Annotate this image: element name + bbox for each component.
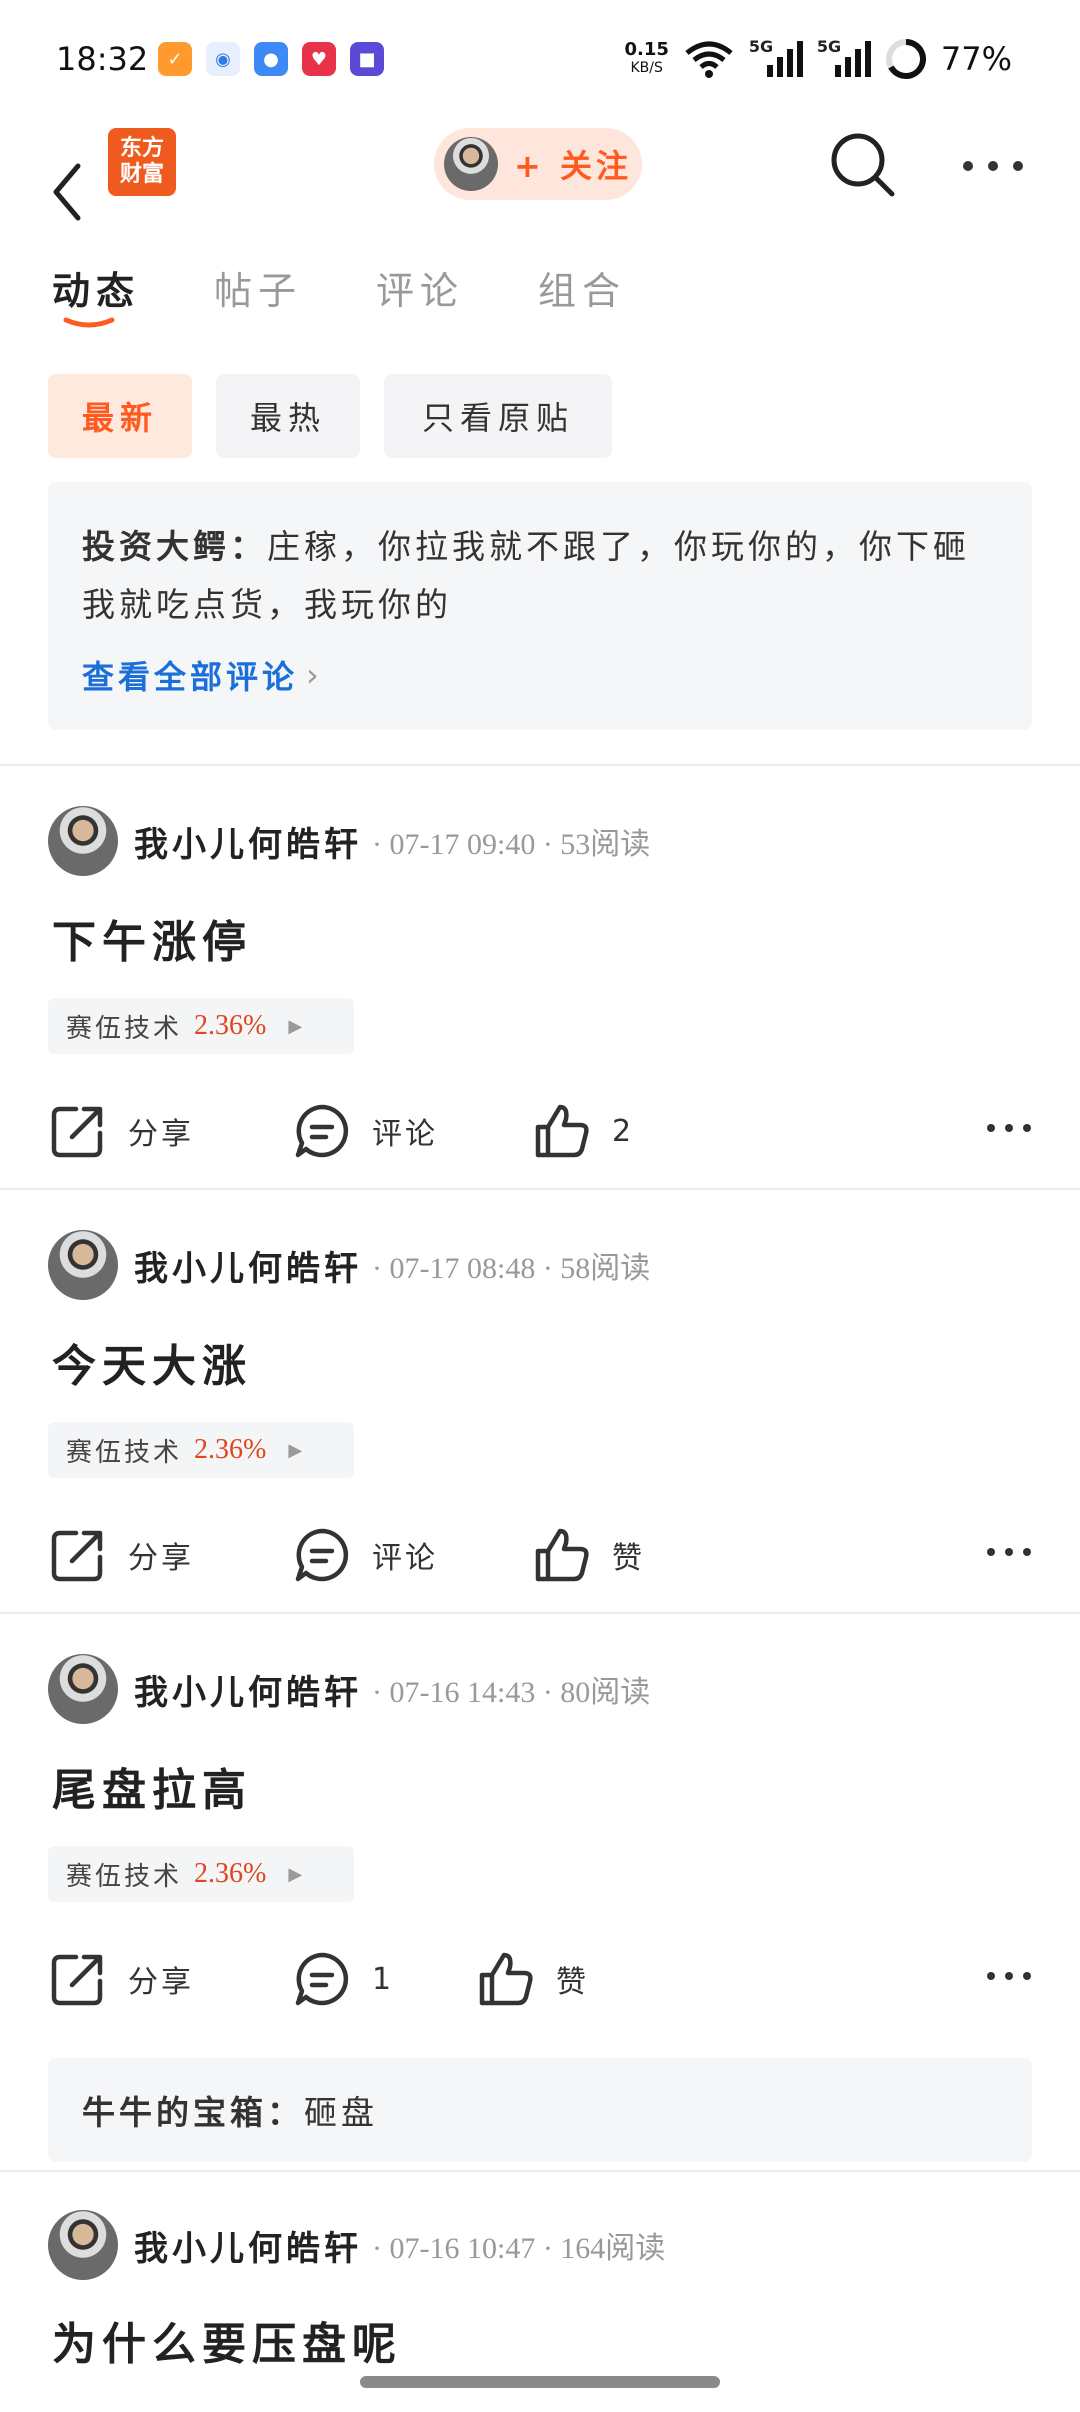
tab-portfolio[interactable]: 组合 <box>538 260 626 340</box>
share-button[interactable]: 分享 <box>48 1096 194 1166</box>
share-icon <box>51 1530 103 1582</box>
app-notification-icon: ■ <box>350 42 384 76</box>
avatar[interactable] <box>48 1230 118 1300</box>
top-nav: 东方 财富 + 关注 <box>0 120 1080 260</box>
post-more-icon[interactable] <box>986 1966 1032 1986</box>
share-icon <box>51 1954 103 2006</box>
signal-icon: 5G <box>817 37 871 79</box>
app-logo[interactable]: 东方 财富 <box>108 128 176 196</box>
wifi-icon <box>685 41 733 78</box>
post-card[interactable]: 我小儿何皓轩 · 07-16 14:43 · 80阅读 尾盘拉高 赛伍技术 2.… <box>0 1614 1080 2170</box>
avatar[interactable] <box>48 1654 118 1724</box>
stock-tag[interactable]: 赛伍技术 2.36% ▶ <box>48 1846 354 1902</box>
comment-preview[interactable]: 投资大鳄：庄稼，你拉我就不跟了，你玩你的，你下砸我就吃点货，我玩你的 查看全部评… <box>48 482 1032 730</box>
post-more-icon[interactable] <box>986 1118 1032 1138</box>
reply-preview[interactable]: 牛牛的宝箱： 砸盘 <box>48 2058 1032 2162</box>
comment-icon <box>295 1528 349 1582</box>
stock-tag[interactable]: 赛伍技术 2.36% ▶ <box>48 998 354 1054</box>
play-arrow-icon: ▶ <box>288 1863 303 1885</box>
chevron-right-icon: › <box>306 656 323 694</box>
view-all-comments-link[interactable]: 查看全部评论 › <box>82 652 998 698</box>
post-meta: · 07-17 09:40 · 53阅读 <box>372 828 651 861</box>
like-button[interactable]: 2 <box>532 1096 634 1166</box>
thumbs-up-icon <box>535 1528 589 1582</box>
post-actions: 分享 评论 2 <box>48 1096 1032 1166</box>
thumbs-up-icon <box>535 1104 589 1158</box>
follow-button[interactable]: + 关注 <box>434 128 642 200</box>
comment-icon <box>295 1952 349 2006</box>
avatar[interactable] <box>48 806 118 876</box>
share-icon <box>51 1106 103 1158</box>
reply-user: 牛牛的宝箱： <box>82 2093 304 2132</box>
post-actions: 分享 1 赞 <box>48 1944 1032 2014</box>
comment-user: 投资大鳄： <box>82 527 267 566</box>
status-bar: 18:32 ✓ ◉ ● ♥ ■ 0.15 KB/S 5G 5G 77% <box>0 0 1080 120</box>
post-title[interactable]: 下午涨停 <box>52 906 252 970</box>
post-header: 我小儿何皓轩 · 07-17 09:40 · 53阅读 <box>48 806 650 876</box>
tab-posts[interactable]: 帖子 <box>214 260 302 340</box>
comment-button[interactable]: 1 <box>292 1944 394 2014</box>
author-name[interactable]: 我小儿何皓轩 <box>134 1665 362 1714</box>
author-name[interactable]: 我小儿何皓轩 <box>134 2221 362 2270</box>
author-name[interactable]: 我小儿何皓轩 <box>134 1241 362 1290</box>
play-arrow-icon: ▶ <box>288 1015 303 1037</box>
status-time: 18:32 <box>56 40 149 78</box>
like-button[interactable]: 赞 <box>532 1520 645 1590</box>
more-options-icon[interactable] <box>960 154 1026 178</box>
app-notification-icon: ♥ <box>302 42 336 76</box>
home-indicator[interactable] <box>360 2376 720 2388</box>
net-speed: 0.15 KB/S <box>624 39 669 77</box>
post-meta: · 07-17 08:48 · 58阅读 <box>372 1252 651 1285</box>
share-button[interactable]: 分享 <box>48 1944 194 2014</box>
comment-text: 投资大鳄：庄稼，你拉我就不跟了，你玩你的，你下砸我就吃点货，我玩你的 <box>82 527 970 624</box>
back-button[interactable] <box>48 160 88 224</box>
thumbs-up-icon <box>479 1952 533 2006</box>
profile-tabs: 动态 帖子 评论 组合 <box>52 260 700 340</box>
signal-icon: 5G <box>749 37 803 79</box>
status-app-icons: ✓ ◉ ● ♥ ■ <box>158 42 384 76</box>
comment-button[interactable]: 评论 <box>292 1096 438 1166</box>
post-actions: 分享 评论 赞 <box>48 1520 1032 1590</box>
post-meta: · 07-16 14:43 · 80阅读 <box>372 1676 651 1709</box>
play-arrow-icon: ▶ <box>288 1439 303 1461</box>
chip-hottest[interactable]: 最热 <box>216 374 360 458</box>
comment-button[interactable]: 评论 <box>292 1520 438 1590</box>
post-title[interactable]: 尾盘拉高 <box>52 1754 252 1818</box>
post-header: 我小儿何皓轩 · 07-16 14:43 · 80阅读 <box>48 1654 650 1724</box>
post-more-icon[interactable] <box>986 1542 1032 1562</box>
chip-latest[interactable]: 最新 <box>48 374 192 458</box>
sort-chips: 最新 最热 只看原贴 <box>48 374 612 458</box>
tab-comments[interactable]: 评论 <box>376 260 464 340</box>
post-header: 我小儿何皓轩 · 07-16 10:47 · 164阅读 <box>48 2210 665 2280</box>
like-button[interactable]: 赞 <box>476 1944 589 2014</box>
post-title[interactable]: 今天大涨 <box>52 1330 252 1394</box>
avatar <box>444 137 498 191</box>
stock-tag[interactable]: 赛伍技术 2.36% ▶ <box>48 1422 354 1478</box>
app-notification-icon: ● <box>254 42 288 76</box>
comment-icon <box>295 1104 349 1158</box>
app-notification-icon: ◉ <box>206 42 240 76</box>
reply-text: 砸盘 <box>304 2093 378 2132</box>
chip-original-only[interactable]: 只看原贴 <box>384 374 612 458</box>
post-card[interactable]: 我小儿何皓轩 · 07-17 08:48 · 58阅读 今天大涨 赛伍技术 2.… <box>0 1190 1080 1610</box>
follow-label: + 关注 <box>514 147 632 185</box>
author-name[interactable]: 我小儿何皓轩 <box>134 817 362 866</box>
post-title[interactable]: 为什么要压盘呢 <box>52 2308 402 2372</box>
battery-percent: 77% <box>940 40 1012 78</box>
active-tab-indicator <box>63 317 115 328</box>
search-icon[interactable] <box>828 130 898 200</box>
battery-icon <box>885 39 926 79</box>
app-notification-icon: ✓ <box>158 42 192 76</box>
post-card[interactable]: 我小儿何皓轩 · 07-17 09:40 · 53阅读 下午涨停 赛伍技术 2.… <box>0 766 1080 1186</box>
post-meta: · 07-16 10:47 · 164阅读 <box>372 2232 666 2265</box>
share-button[interactable]: 分享 <box>48 1520 194 1590</box>
status-indicators: 0.15 KB/S 5G 5G 77% <box>624 37 1012 80</box>
post-header: 我小儿何皓轩 · 07-17 08:48 · 58阅读 <box>48 1230 650 1300</box>
avatar[interactable] <box>48 2210 118 2280</box>
